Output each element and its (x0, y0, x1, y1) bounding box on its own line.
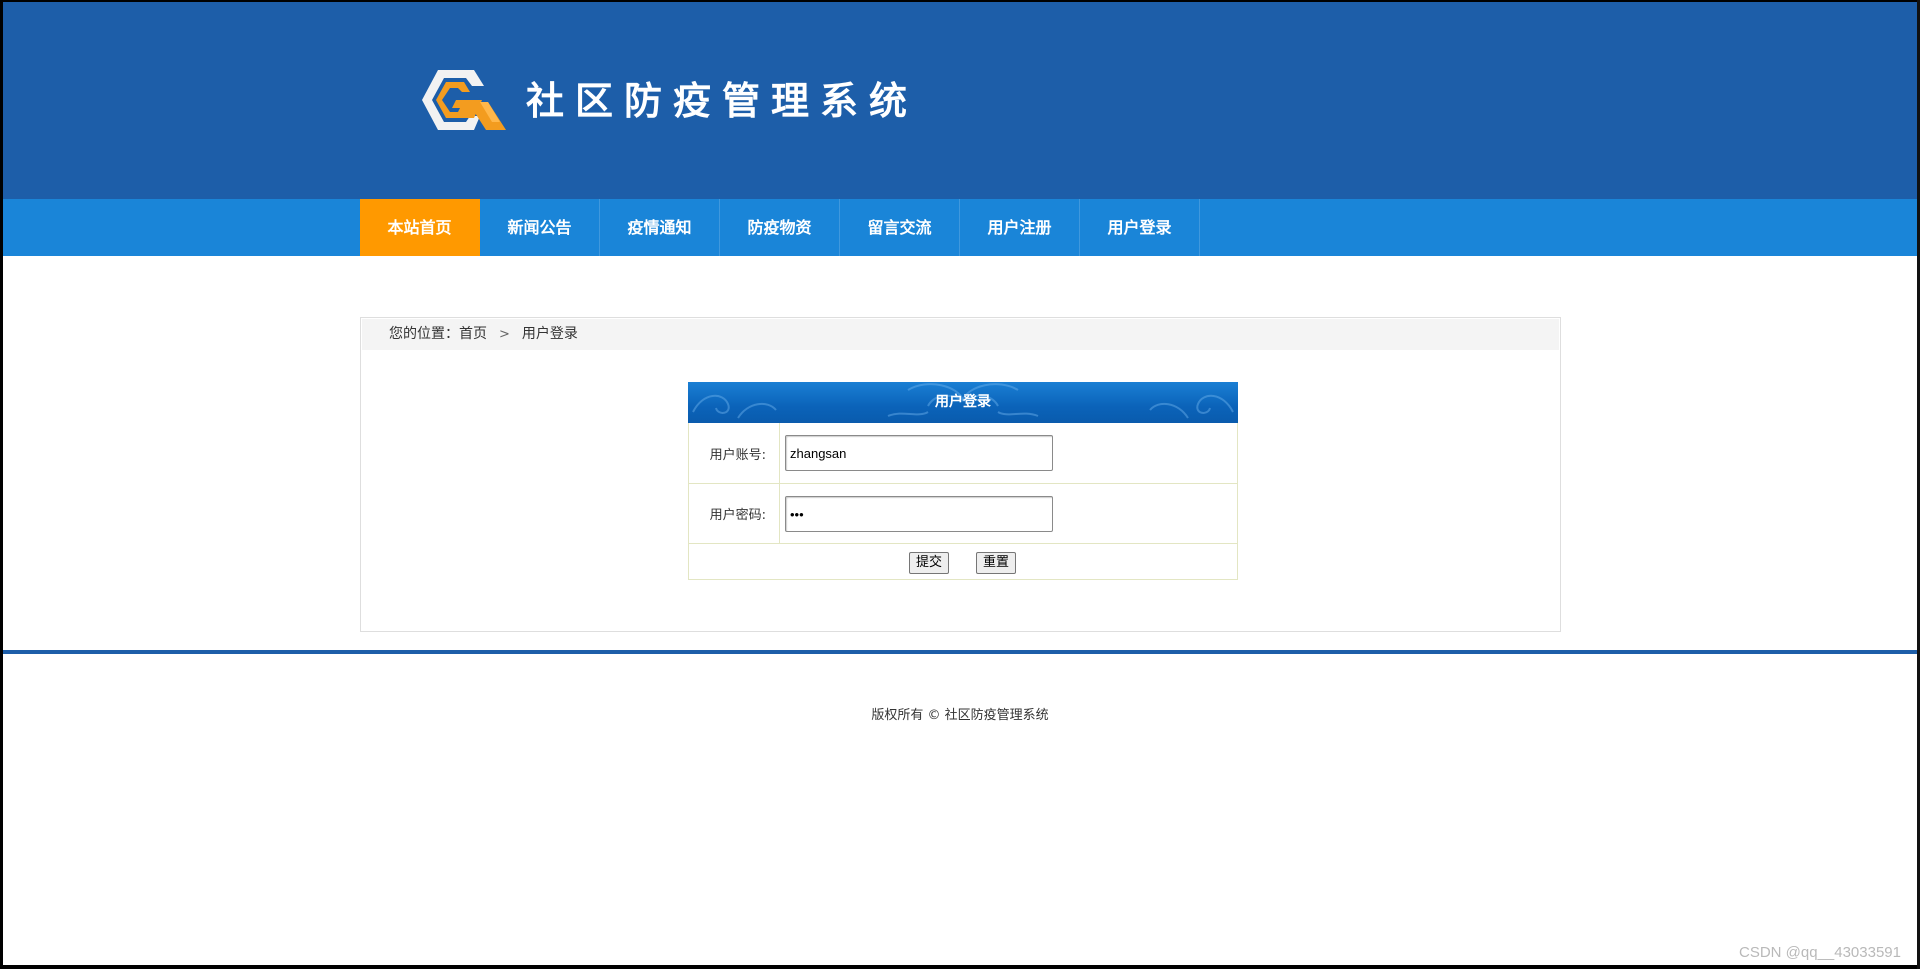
breadcrumb-home-link[interactable]: 首页 (459, 326, 487, 342)
hexagon-g-logo-icon (422, 70, 506, 130)
site-title: 社区防疫管理系统 (526, 79, 919, 123)
password-input[interactable] (785, 496, 1053, 532)
reset-button[interactable]: 重置 (976, 552, 1017, 574)
login-form: 用户登录 用户账号: 用户密码: 提交 重置 (688, 382, 1238, 580)
footer-copyright: 版权所有 © 社区防疫管理系统 (871, 708, 1049, 723)
login-form-header: 用户登录 (688, 382, 1238, 423)
nav-list: 本站首页 新闻公告 疫情通知 防疫物资 留言交流 用户注册 用户登录 (360, 199, 1200, 256)
main-navigation: 本站首页 新闻公告 疫情通知 防疫物资 留言交流 用户注册 用户登录 (3, 199, 1917, 256)
footer-divider (3, 650, 1917, 654)
breadcrumb-separator-icon: > (499, 327, 510, 342)
content-panel: 您的位置：首页 > 用户登录 用户登录 用户账号: zhangsan 用户密码:… (360, 317, 1561, 632)
form-buttons: 提交 重置 (689, 544, 1237, 579)
browser-page: 社区防疫管理系统 本站首页 新闻公告 疫情通知 防疫物资 留言交流 用户注册 用… (3, 2, 1917, 965)
breadcrumb-prefix: 您的位置： (389, 326, 459, 342)
watermark: CSDN @qq__43033591 (1738, 944, 1901, 961)
nav-item-home[interactable]: 本站首页 (360, 199, 480, 256)
nav-item-messages[interactable]: 留言交流 (840, 199, 960, 256)
username-row: 用户账号: (689, 423, 1237, 484)
submit-button[interactable]: 提交 (909, 552, 950, 574)
nav-item-epidemic-notice[interactable]: 疫情通知 (600, 199, 720, 256)
nav-item-news[interactable]: 新闻公告 (480, 199, 600, 256)
breadcrumb: 您的位置：首页 > 用户登录 (362, 319, 1559, 350)
breadcrumb-current: 用户登录 (521, 326, 578, 342)
site-header: 社区防疫管理系统 (3, 2, 1917, 199)
username-input[interactable] (785, 435, 1053, 471)
nav-item-register[interactable]: 用户注册 (960, 199, 1080, 256)
nav-item-supplies[interactable]: 防疫物资 (720, 199, 840, 256)
login-form-title: 用户登录 (935, 394, 991, 410)
nav-item-login[interactable]: 用户登录 (1080, 199, 1200, 256)
password-label: 用户密码: (689, 484, 780, 543)
password-row: 用户密码: (689, 484, 1237, 544)
username-label: 用户账号: (689, 423, 780, 483)
